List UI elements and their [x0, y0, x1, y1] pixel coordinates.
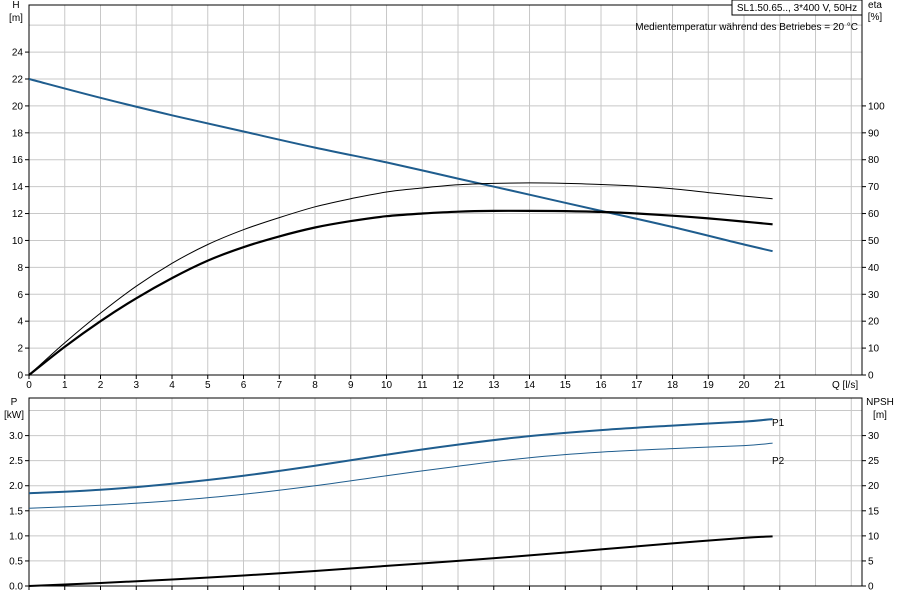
eta-y-tick-label: 70 — [868, 182, 880, 193]
head-plot-frame — [28, 4, 863, 376]
x-tick-label: 5 — [205, 380, 211, 391]
x-tick-label: 2 — [98, 380, 104, 391]
x-tick-label: 10 — [381, 380, 393, 391]
head-y-tick-label: 16 — [12, 155, 24, 166]
x-tick-label: 12 — [452, 380, 464, 391]
head-curve — [28, 78, 773, 253]
power-axis-label: P — [11, 397, 18, 408]
head-y-tick-label: 6 — [17, 290, 23, 301]
power-axis-unit: [kW] — [4, 410, 24, 421]
npsh-y-tick-label: 10 — [868, 531, 880, 542]
x-tick-label: 20 — [738, 380, 750, 391]
eta-y-tick-label: 40 — [868, 263, 880, 274]
x-tick-label: 16 — [595, 380, 607, 391]
head-y-tick-label: 24 — [12, 48, 24, 59]
head-y-tick-label: 2 — [17, 344, 23, 355]
eta-y-tick-label: 20 — [868, 317, 880, 328]
eta-y-tick-label: 30 — [868, 290, 880, 301]
eta-y-tick-label: 60 — [868, 209, 880, 220]
npsh-y-tick-label: 30 — [868, 431, 880, 442]
npsh-axis-label: NPSH — [866, 397, 894, 408]
head-axis-label: H — [12, 0, 19, 11]
npsh-y-tick-label: 20 — [868, 481, 880, 492]
head-y-tick-label: 18 — [12, 128, 24, 139]
npsh-axis-unit: [m] — [873, 410, 887, 421]
eta-y-tick-label: 10 — [868, 344, 880, 355]
x-tick-label: 0 — [26, 380, 32, 391]
eta-y-tick-label: 80 — [868, 155, 880, 166]
power-plot-frame — [28, 397, 863, 587]
x-tick-label: 7 — [276, 380, 282, 391]
npsh-y-tick-label: 15 — [868, 506, 880, 517]
x-tick-label: 18 — [667, 380, 679, 391]
power-y-tick-label: 2.0 — [9, 481, 23, 492]
x-tick-label: 3 — [133, 380, 139, 391]
eta-axis-label: eta — [868, 0, 882, 11]
head-axis-unit: [m] — [9, 13, 23, 24]
x-tick-label: 21 — [774, 380, 786, 391]
power-y-tick-label: 0.5 — [9, 556, 23, 567]
head-y-tick-label: 14 — [12, 182, 24, 193]
temperature-annotation: Medientemperatur während des Betriebes =… — [635, 22, 858, 33]
eta-curve-thin — [28, 182, 773, 376]
model-title: SL1.50.65.., 3*400 V, 50Hz — [737, 3, 857, 14]
head-y-tick-label: 12 — [12, 209, 24, 220]
head-y-tick-label: 8 — [17, 263, 23, 274]
x-tick-label: 11 — [417, 380, 428, 391]
p1-series-label: P1 — [772, 418, 785, 429]
eta-y-tick-label: 0 — [868, 371, 874, 382]
eta-y-tick-label: 100 — [868, 101, 885, 112]
power-y-tick-label: 0.0 — [9, 582, 23, 593]
x-tick-label: 17 — [631, 380, 643, 391]
x-tick-label: 19 — [703, 380, 715, 391]
head-y-tick-label: 0 — [17, 371, 23, 382]
p1-curve — [28, 418, 773, 495]
chart-canvas: 0 1 2 3 4 5 6 7 8 9 10 11 12 13 14 15 16 17 18 19 20 21024681… — [4, 0, 894, 593]
x-tick-label: 8 — [312, 380, 318, 391]
eta-y-tick-label: 50 — [868, 236, 880, 247]
x-tick-label: 15 — [560, 380, 572, 391]
head-y-tick-label: 20 — [12, 101, 24, 112]
eta-axis-unit: [%] — [868, 12, 883, 23]
npsh-y-tick-label: 5 — [868, 556, 874, 567]
npsh-y-tick-label: 0 — [868, 582, 874, 593]
power-y-tick-label: 1.0 — [9, 531, 23, 542]
x-axis-label: Q [l/s] — [832, 380, 858, 391]
head-y-tick-label: 10 — [12, 236, 24, 247]
power-y-tick-label: 2.5 — [9, 456, 23, 467]
head-y-tick-label: 22 — [12, 75, 24, 86]
x-tick-label: 6 — [241, 380, 247, 391]
eta-curve-thick — [28, 209, 773, 376]
x-tick-label: 14 — [524, 380, 536, 391]
npsh-y-tick-label: 25 — [868, 456, 880, 467]
x-tick-label: 1 — [62, 380, 68, 391]
p2-series-label: P2 — [772, 456, 785, 467]
power-y-tick-label: 1.5 — [9, 506, 23, 517]
head-y-tick-label: 4 — [17, 317, 23, 328]
eta-y-tick-label: 90 — [868, 128, 880, 139]
pump-performance-chart: 0 1 2 3 4 5 6 7 8 9 10 11 12 13 14 15 16 17 18 19 20 21 0 2 4 6 8 1… — [0, 0, 900, 600]
x-tick-label: 9 — [348, 380, 354, 391]
x-tick-label: 13 — [488, 380, 500, 391]
x-tick-label: 4 — [169, 380, 175, 391]
power-y-tick-label: 3.0 — [9, 431, 23, 442]
